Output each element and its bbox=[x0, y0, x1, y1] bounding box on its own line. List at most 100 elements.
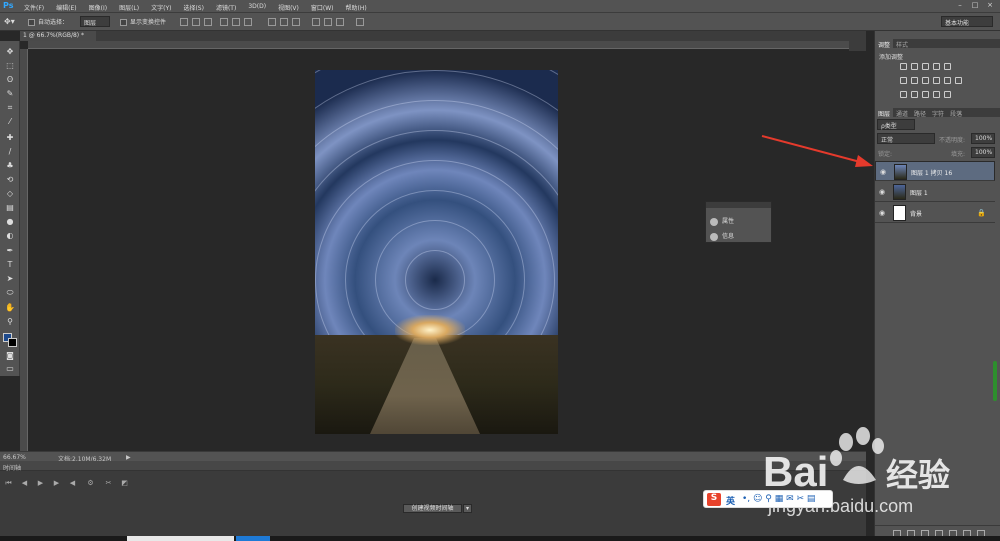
layer-name[interactable]: 图层 1 bbox=[910, 188, 928, 197]
menu-3d[interactable]: 3D(D) bbox=[248, 3, 266, 12]
dodge-tool-icon[interactable]: ◐ bbox=[5, 231, 15, 241]
layer-name[interactable]: 图层 1 拷贝 16 bbox=[911, 168, 952, 177]
auto-select-checkbox[interactable] bbox=[28, 19, 35, 26]
menu-select[interactable]: 选择(S) bbox=[183, 3, 204, 12]
invert-icon[interactable] bbox=[900, 91, 907, 98]
blend-mode-dropdown[interactable]: 正常 bbox=[877, 133, 935, 144]
visibility-eye-icon[interactable]: ◉ bbox=[879, 210, 887, 217]
timeline-mode-dropdown[interactable]: ▾ bbox=[463, 504, 472, 513]
align-top-icon[interactable] bbox=[180, 18, 188, 26]
hand-tool-icon[interactable]: ✋ bbox=[5, 303, 15, 313]
align-vcenter-icon[interactable] bbox=[192, 18, 200, 26]
tab-channels[interactable]: 通道 bbox=[893, 108, 911, 119]
shape-tool-icon[interactable]: ⬭ bbox=[5, 288, 15, 298]
maximize-button[interactable]: □ bbox=[969, 1, 981, 11]
path-select-tool-icon[interactable]: ➤ bbox=[5, 274, 15, 284]
pen-tool-icon[interactable]: ✒ bbox=[5, 246, 15, 256]
collapsed-panel-dock[interactable] bbox=[849, 31, 866, 51]
background-color-swatch[interactable] bbox=[8, 338, 17, 347]
auto-select-dropdown[interactable]: 图层 bbox=[80, 16, 110, 27]
align-right-icon[interactable] bbox=[244, 18, 252, 26]
blur-tool-icon[interactable]: ● bbox=[5, 217, 15, 227]
brush-tool-icon[interactable]: / bbox=[5, 147, 15, 157]
zoom-level[interactable]: 66.67% bbox=[3, 454, 26, 461]
minimize-button[interactable]: – bbox=[954, 1, 966, 11]
tab-paths[interactable]: 路径 bbox=[911, 108, 929, 119]
distribute-bottom-icon[interactable] bbox=[292, 18, 300, 26]
taskbar-item[interactable] bbox=[127, 536, 234, 541]
menu-file[interactable]: 文件(F) bbox=[24, 3, 44, 12]
menu-view[interactable]: 视图(V) bbox=[278, 3, 299, 12]
split-icon[interactable]: ✂ bbox=[104, 479, 113, 488]
menu-help[interactable]: 帮助(H) bbox=[346, 3, 367, 12]
distribute-hcenter-icon[interactable] bbox=[324, 18, 332, 26]
levels-icon[interactable] bbox=[911, 63, 918, 70]
threshold-icon[interactable] bbox=[922, 91, 929, 98]
show-transform-checkbox[interactable] bbox=[120, 19, 127, 26]
auto-select-option[interactable]: 自动选择： bbox=[28, 17, 68, 27]
distribute-right-icon[interactable] bbox=[336, 18, 344, 26]
first-frame-icon[interactable]: ⏮ bbox=[4, 479, 13, 488]
quick-mask-icon[interactable]: ◙ bbox=[5, 351, 15, 361]
auto-align-icon[interactable] bbox=[356, 18, 364, 26]
play-icon[interactable]: ▶ bbox=[36, 479, 45, 488]
marquee-tool-icon[interactable]: ⬚ bbox=[5, 61, 15, 71]
taskbar-item-active[interactable] bbox=[236, 536, 270, 541]
transition-icon[interactable]: ◩ bbox=[120, 479, 129, 488]
lasso-tool-icon[interactable]: ʘ bbox=[5, 75, 15, 85]
menu-window[interactable]: 窗口(W) bbox=[311, 3, 334, 12]
posterize-icon[interactable] bbox=[911, 91, 918, 98]
menu-layer[interactable]: 图层(L) bbox=[119, 3, 139, 12]
hue-icon[interactable] bbox=[900, 77, 907, 84]
opacity-field[interactable]: 100% bbox=[971, 133, 995, 144]
layer-row[interactable]: ◉ 图层 1 bbox=[875, 182, 995, 202]
fill-field[interactable]: 100% bbox=[971, 147, 995, 158]
tab-layers[interactable]: 图层 bbox=[875, 108, 894, 119]
visibility-eye-icon[interactable]: ◉ bbox=[880, 169, 888, 176]
distribute-top-icon[interactable] bbox=[268, 18, 276, 26]
ime-toolbar[interactable]: S 英 •, ☺ ⚲ ▦ ✉ ✂ ▤ bbox=[703, 490, 833, 508]
channel-mixer-icon[interactable] bbox=[944, 77, 951, 84]
align-hcenter-icon[interactable] bbox=[232, 18, 240, 26]
healing-tool-icon[interactable]: ✚ bbox=[5, 133, 15, 143]
sogou-icon[interactable]: S bbox=[707, 493, 721, 506]
close-button[interactable]: × bbox=[984, 1, 996, 11]
quick-select-tool-icon[interactable]: ✎ bbox=[5, 89, 15, 99]
tab-styles[interactable]: 样式 bbox=[893, 39, 911, 50]
screen-mode-icon[interactable]: ▭ bbox=[5, 364, 15, 374]
horizontal-ruler[interactable] bbox=[28, 41, 866, 49]
move-tool-icon[interactable]: ✥▾ bbox=[4, 17, 15, 27]
exposure-icon[interactable] bbox=[933, 63, 940, 70]
panel-header[interactable] bbox=[706, 202, 771, 208]
distribute-left-icon[interactable] bbox=[312, 18, 320, 26]
ime-tool-icons[interactable]: •, ☺ ⚲ ▦ ✉ ✂ ▤ bbox=[742, 494, 815, 504]
ime-mode[interactable]: 英 bbox=[726, 494, 735, 507]
layer-row[interactable]: ◉ 背景 🔒 bbox=[875, 203, 995, 223]
workspace-dropdown[interactable]: 基本功能 bbox=[941, 16, 993, 27]
tab-paragraph[interactable]: 段落 bbox=[947, 108, 965, 119]
tab-adjustments[interactable]: 调整 bbox=[875, 39, 894, 50]
tab-character[interactable]: 字符 bbox=[929, 108, 947, 119]
settings-icon[interactable]: ⚙ bbox=[86, 479, 95, 488]
star-trail-photo[interactable] bbox=[315, 70, 558, 434]
create-video-timeline-button[interactable]: 创建视频时间轴 bbox=[403, 504, 462, 513]
brightness-icon[interactable] bbox=[900, 63, 907, 70]
crop-tool-icon[interactable]: ⌗ bbox=[5, 103, 15, 113]
layer-filter-dropdown[interactable]: ρ类型 bbox=[877, 119, 915, 130]
distribute-vcenter-icon[interactable] bbox=[280, 18, 288, 26]
align-bottom-icon[interactable] bbox=[204, 18, 212, 26]
properties-item[interactable]: 属性 bbox=[710, 216, 734, 226]
color-balance-icon[interactable] bbox=[911, 77, 918, 84]
prev-frame-icon[interactable]: ◀ bbox=[20, 479, 29, 488]
eyedropper-tool-icon[interactable]: ⁄ bbox=[5, 117, 15, 127]
visibility-eye-icon[interactable]: ◉ bbox=[879, 189, 887, 196]
vertical-ruler[interactable] bbox=[20, 49, 28, 451]
layer-row[interactable]: ◉ 图层 1 拷贝 16 bbox=[875, 161, 995, 181]
layer-name[interactable]: 背景 bbox=[910, 209, 922, 218]
menu-image[interactable]: 图像(I) bbox=[89, 3, 107, 12]
stamp-tool-icon[interactable]: ♣ bbox=[5, 161, 15, 171]
zoom-tool-icon[interactable]: ⚲ bbox=[5, 317, 15, 327]
photo-filter-icon[interactable] bbox=[933, 77, 940, 84]
gradient-tool-icon[interactable]: ▤ bbox=[5, 203, 15, 213]
align-left-icon[interactable] bbox=[220, 18, 228, 26]
